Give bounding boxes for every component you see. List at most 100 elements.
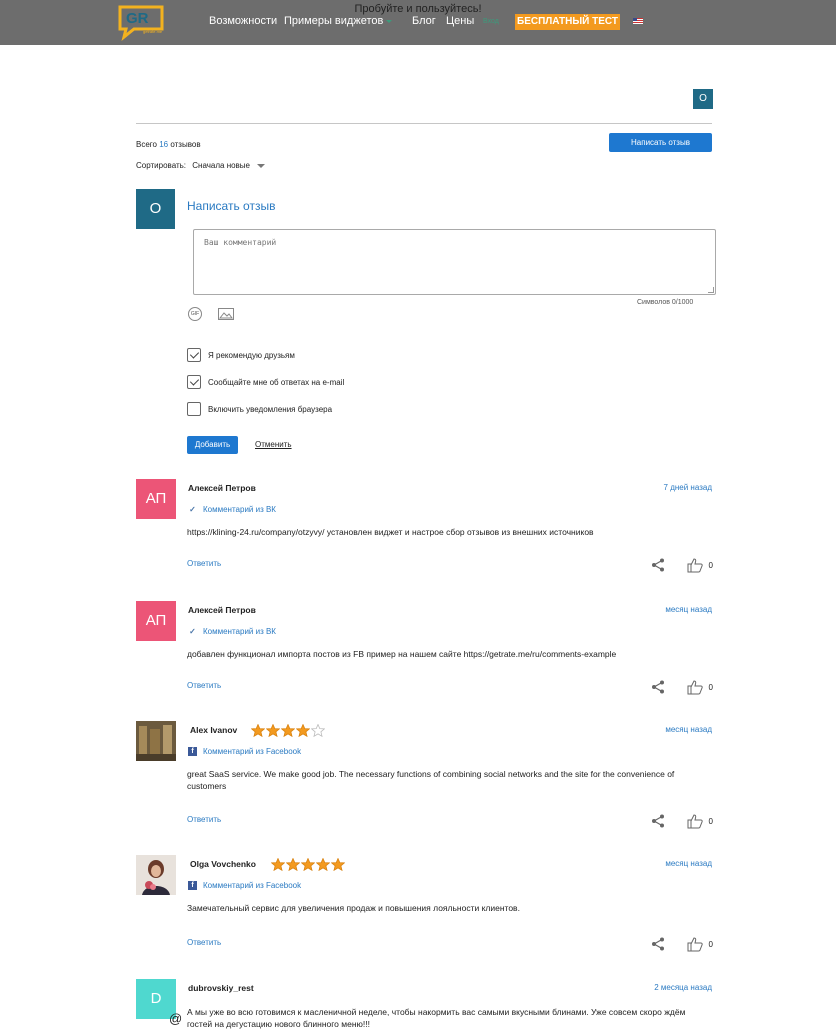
- share-icon[interactable]: [651, 558, 665, 572]
- logo-subtext: getrate.me: [143, 29, 163, 34]
- comment-textarea[interactable]: Ваш комментарий: [193, 229, 716, 295]
- resize-handle[interactable]: [708, 287, 714, 293]
- review-text: great SaaS service. We make good job. Th…: [187, 769, 675, 791]
- review-item: Olga Vovchenko месяц назад f Комментарий…: [136, 855, 713, 955]
- like-icon[interactable]: [687, 557, 703, 573]
- chevron-down-icon[interactable]: [257, 163, 266, 168]
- star-filled-icon: [266, 724, 280, 737]
- user-avatar[interactable]: O: [693, 89, 713, 109]
- share-icon[interactable]: [651, 814, 665, 828]
- chevron-down-icon: [386, 19, 393, 23]
- review-date[interactable]: месяц назад: [665, 605, 712, 614]
- review-date[interactable]: 2 месяца назад: [654, 983, 712, 992]
- email-notify-checkbox[interactable]: [187, 375, 201, 389]
- review-text: Замечательный сервис для увеличения прод…: [187, 903, 520, 913]
- like-count: 0: [708, 940, 713, 949]
- total-suffix: отзывов: [170, 140, 201, 149]
- sort-value[interactable]: Сначала новые: [192, 161, 250, 170]
- star-filled-icon: [281, 724, 295, 737]
- like-icon[interactable]: [687, 936, 703, 952]
- recommend-checkbox-row[interactable]: Я рекомендую друзьям: [187, 348, 295, 362]
- at-sign-icon: @: [169, 1011, 183, 1026]
- like-count: 0: [708, 683, 713, 692]
- browser-notify-label: Включить уведомления браузера: [208, 404, 333, 414]
- form-title: Написать отзыв: [187, 199, 276, 213]
- avatar: [136, 721, 176, 761]
- image-upload-icon[interactable]: [218, 308, 234, 320]
- rating-stars: [271, 858, 346, 871]
- reply-link[interactable]: Ответить: [187, 681, 221, 690]
- star-filled-icon: [271, 858, 285, 871]
- recommend-label: Я рекомендую друзьям: [208, 350, 295, 360]
- reply-link[interactable]: Ответить: [187, 815, 221, 824]
- facebook-icon: f: [188, 747, 197, 756]
- write-review-button[interactable]: Написать отзыв: [609, 133, 712, 152]
- review-source-label: Комментарий из Facebook: [203, 747, 302, 756]
- like-count: 0: [708, 817, 713, 826]
- review-item: Alex Ivanov месяц назад f Комментарий из…: [136, 721, 713, 831]
- email-notify-label: Сообщайте мне об ответах на e-mail: [208, 377, 345, 387]
- us-flag-icon[interactable]: [633, 18, 643, 24]
- nav-widget-examples[interactable]: Примеры виджетов: [284, 15, 393, 27]
- rating-stars: [251, 724, 326, 737]
- character-counter: Символов 0/1000: [637, 299, 694, 306]
- review-date[interactable]: месяц назад: [665, 725, 712, 734]
- email-notify-checkbox-row[interactable]: Сообщайте мне об ответах на e-mail: [187, 375, 344, 389]
- review-source-label: Комментарий из ВК: [203, 505, 276, 514]
- avatar: [136, 855, 176, 895]
- comment-placeholder: Ваш комментарий: [204, 238, 277, 247]
- submit-review-button[interactable]: Добавить: [187, 436, 238, 454]
- total-count: 16: [159, 140, 169, 149]
- review-author[interactable]: Alex Ivanov: [190, 725, 237, 735]
- star-empty-icon: [311, 724, 325, 737]
- divider: [136, 123, 712, 124]
- star-filled-icon: [316, 858, 330, 871]
- review-source[interactable]: ✓ Комментарий из ВК: [188, 505, 276, 514]
- review-date[interactable]: 7 дней назад: [664, 483, 712, 492]
- browser-notify-checkbox-row[interactable]: Включить уведомления браузера: [187, 402, 332, 416]
- like-icon[interactable]: [687, 679, 703, 695]
- review-source[interactable]: ✓ Комментарий из ВК: [188, 627, 276, 636]
- star-filled-icon: [296, 724, 310, 737]
- free-trial-button[interactable]: БЕСПЛАТНЫЙ ТЕСТ: [515, 14, 620, 30]
- star-filled-icon: [331, 858, 345, 871]
- reply-link[interactable]: Ответить: [187, 559, 221, 568]
- sort-control[interactable]: Сортировать: Сначала новые: [136, 161, 266, 170]
- top-navigation-bar: GR getrate.me Пробуйте и пользуйтесь! Во…: [0, 0, 836, 45]
- review-date[interactable]: месяц назад: [665, 859, 712, 868]
- review-item: АП Алексей Петров месяц назад ✓ Коммента…: [136, 601, 713, 696]
- review-source[interactable]: f Комментарий из Facebook: [188, 881, 301, 890]
- review-text: добавлен функционал импорта постов из FB…: [187, 649, 617, 659]
- nav-blog[interactable]: Блог: [412, 15, 436, 27]
- like-icon[interactable]: [687, 813, 703, 829]
- share-icon[interactable]: [651, 680, 665, 694]
- nav-login[interactable]: Вход: [483, 18, 499, 25]
- star-filled-icon: [251, 724, 265, 737]
- recommend-checkbox[interactable]: [187, 348, 201, 362]
- review-source[interactable]: f Комментарий из Facebook: [188, 747, 301, 756]
- review-author[interactable]: dubrovskiy_rest: [188, 983, 254, 993]
- nav-features[interactable]: Возможности: [209, 15, 277, 27]
- vk-icon: ✓: [189, 627, 196, 636]
- share-icon[interactable]: [651, 937, 665, 951]
- nav-widget-examples-label: Примеры виджетов: [284, 15, 384, 27]
- nav-pricing[interactable]: Цены: [446, 15, 474, 27]
- reply-link[interactable]: Ответить: [187, 938, 221, 947]
- review-text: А мы уже во всю готовимся к масленичной …: [187, 1007, 686, 1029]
- cancel-link[interactable]: Отменить: [255, 440, 292, 449]
- star-filled-icon: [286, 858, 300, 871]
- facebook-icon: f: [188, 881, 197, 890]
- star-filled-icon: [301, 858, 315, 871]
- review-author[interactable]: Алексей Петров: [188, 483, 256, 493]
- gif-icon[interactable]: GIF: [188, 307, 202, 321]
- review-source-label: Комментарий из ВК: [203, 627, 276, 636]
- like-count: 0: [708, 561, 713, 570]
- form-user-avatar: O: [136, 189, 175, 229]
- review-author[interactable]: Алексей Петров: [188, 605, 256, 615]
- review-text: https://klining-24.ru/company/otzyvy/ ус…: [187, 527, 594, 537]
- browser-notify-checkbox[interactable]: [187, 402, 201, 416]
- reviews-total: Всего 16 отзывов: [136, 140, 201, 149]
- review-author[interactable]: Olga Vovchenko: [190, 859, 256, 869]
- avatar: АП: [136, 479, 176, 519]
- avatar: АП: [136, 601, 176, 641]
